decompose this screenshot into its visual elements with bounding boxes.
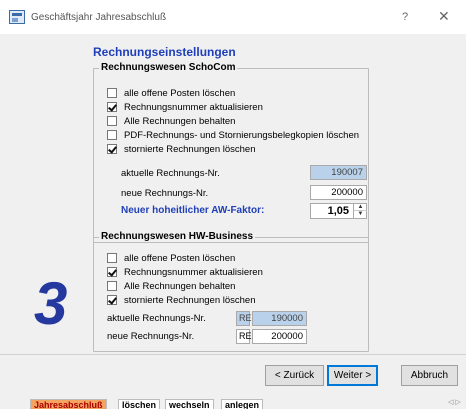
tab-bar: Jahresabschluß löschen wechseln anlegen … bbox=[0, 398, 466, 409]
new-number-label: neue Rechnungs-Nr. bbox=[121, 188, 209, 199]
current-prefix-field: RE bbox=[236, 311, 252, 326]
tab-loeschen[interactable]: löschen bbox=[118, 399, 161, 409]
checkbox-label: alle offene Posten löschen bbox=[124, 252, 236, 264]
checkbox-row[interactable]: Rechnungsnummer aktualisieren bbox=[107, 266, 263, 278]
tab-jahresabschluss[interactable]: Jahresabschluß bbox=[30, 399, 107, 409]
aw-factor-value[interactable]: 1,05 bbox=[328, 205, 349, 217]
current-number-field: 190007 bbox=[310, 165, 367, 180]
checkbox-label: Rechnungsnummer aktualisieren bbox=[124, 266, 263, 278]
help-button[interactable]: ? bbox=[402, 11, 408, 23]
checkbox-row[interactable]: Rechnungsnummer aktualisieren bbox=[107, 101, 263, 113]
group-title-hw-business: Rechnungswesen HW-Business bbox=[99, 231, 256, 242]
checkbox-row[interactable]: PDF-Rechnungs- und Stornierungsbelegkopi… bbox=[107, 129, 359, 141]
current-number-label: aktuelle Rechnungs-Nr. bbox=[121, 168, 220, 179]
checkbox-label: Alle Rechnungen behalten bbox=[124, 115, 236, 127]
spin-buttons[interactable]: ▲ ▼ bbox=[353, 204, 367, 218]
next-button[interactable]: Weiter > bbox=[327, 365, 378, 386]
current-number-label: aktuelle Rechnungs-Nr. bbox=[107, 313, 206, 324]
checkbox[interactable] bbox=[107, 281, 117, 291]
checkbox-row[interactable]: Alle Rechnungen behalten bbox=[107, 280, 235, 292]
tab-scroll-arrows[interactable]: ◁ ▷ bbox=[448, 398, 461, 406]
new-prefix-input[interactable]: RE bbox=[236, 329, 252, 344]
new-number-input[interactable]: 200000 bbox=[310, 185, 367, 200]
spin-up-icon[interactable]: ▲ bbox=[354, 204, 367, 211]
group-hw-business: Rechnungswesen HW-Business alle offene P… bbox=[93, 231, 369, 352]
checkbox-label: stornierte Rechnungen löschen bbox=[124, 294, 256, 306]
title-bar: Geschäftsjahr Jahresabschluß ? ✕ bbox=[0, 0, 466, 34]
new-number-label: neue Rechnungs-Nr. bbox=[107, 331, 195, 342]
checkbox-label: PDF-Rechnungs- und Stornierungsbelegkopi… bbox=[124, 129, 360, 141]
checkbox[interactable] bbox=[107, 267, 117, 277]
cancel-button[interactable]: Abbruch bbox=[401, 365, 458, 386]
close-icon[interactable]: ✕ bbox=[438, 8, 450, 25]
tab-anlegen[interactable]: anlegen bbox=[221, 399, 264, 409]
checkbox-row[interactable]: alle offene Posten löschen bbox=[107, 252, 235, 264]
aw-factor-label: Neuer hoheitlicher AW-Faktor: bbox=[121, 205, 265, 216]
checkbox-label: Rechnungsnummer aktualisieren bbox=[124, 101, 263, 113]
checkbox-row[interactable]: stornierte Rechnungen löschen bbox=[107, 143, 256, 155]
checkbox-label: stornierte Rechnungen löschen bbox=[124, 143, 256, 155]
checkbox-row[interactable]: stornierte Rechnungen löschen bbox=[107, 294, 256, 306]
dialog-body: Rechnungseinstellungen Rechnungswesen Sc… bbox=[0, 34, 466, 409]
checkbox-label: Alle Rechnungen behalten bbox=[124, 280, 236, 292]
new-number-input[interactable]: 200000 bbox=[252, 329, 307, 344]
checkbox[interactable] bbox=[107, 116, 117, 126]
checkbox[interactable] bbox=[107, 130, 117, 140]
divider bbox=[0, 354, 466, 355]
checkbox[interactable] bbox=[107, 88, 117, 98]
page-title: Rechnungseinstellungen bbox=[93, 45, 236, 59]
app-icon bbox=[9, 10, 25, 24]
checkbox[interactable] bbox=[107, 102, 117, 112]
step-number: 3 bbox=[34, 270, 68, 337]
checkbox-label: alle offene Posten löschen bbox=[124, 87, 236, 99]
checkbox[interactable] bbox=[107, 144, 117, 154]
checkbox[interactable] bbox=[107, 253, 117, 263]
group-schocom: Rechnungswesen SchoCom alle offene Poste… bbox=[93, 62, 369, 243]
current-number-field: 190000 bbox=[252, 311, 307, 326]
back-button[interactable]: < Zurück bbox=[265, 365, 324, 386]
spin-down-icon[interactable]: ▼ bbox=[354, 211, 367, 218]
window-title: Geschäftsjahr Jahresabschluß bbox=[31, 12, 167, 23]
checkbox-row[interactable]: Alle Rechnungen behalten bbox=[107, 115, 235, 127]
aw-factor-stepper[interactable]: 1,05 ▲ ▼ bbox=[310, 203, 367, 219]
group-title-schocom: Rechnungswesen SchoCom bbox=[99, 62, 238, 73]
checkbox[interactable] bbox=[107, 295, 117, 305]
checkbox-row[interactable]: alle offene Posten löschen bbox=[107, 87, 235, 99]
tab-wechseln[interactable]: wechseln bbox=[165, 399, 214, 409]
